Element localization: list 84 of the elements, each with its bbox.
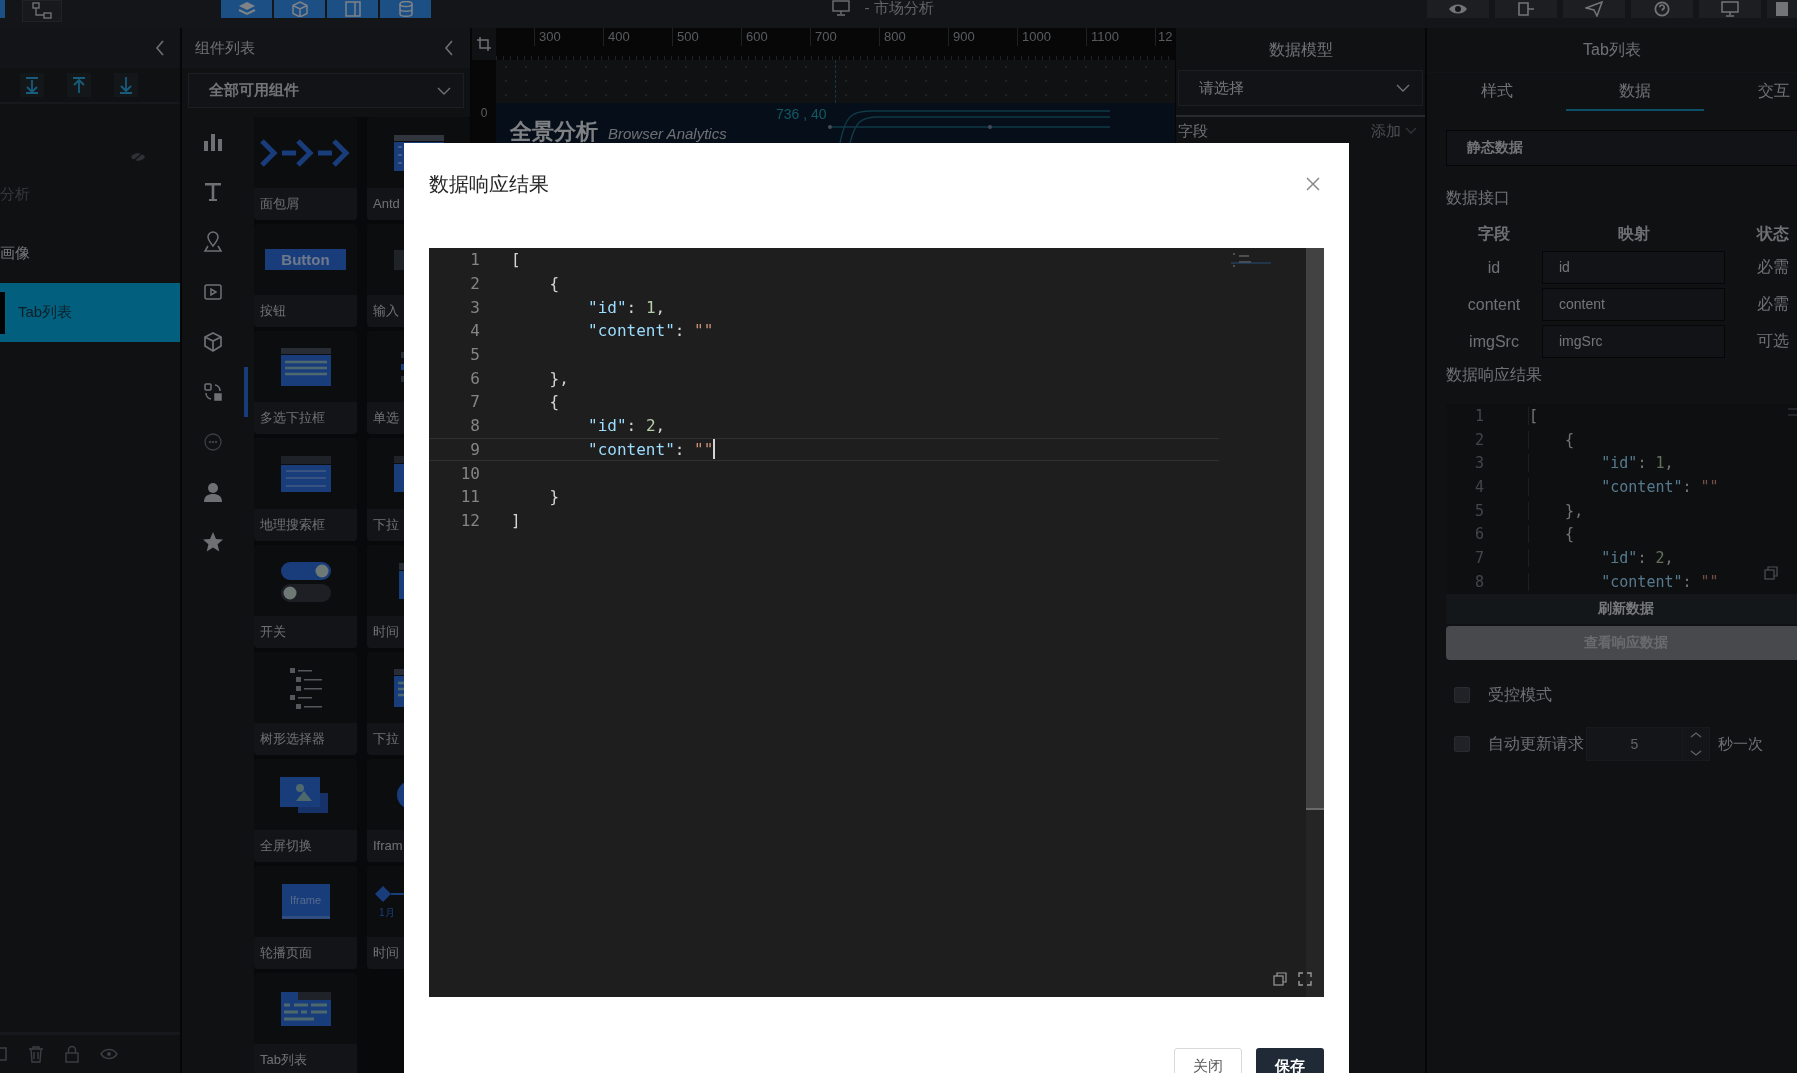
line-number: 10 (459, 463, 480, 483)
line-number: 7 (469, 392, 480, 412)
line-number: 3 (469, 297, 480, 317)
component-name: 轮播页面 (254, 937, 357, 969)
ruler-label: 400 (603, 28, 672, 46)
dashboard-title: 全景分析 (510, 118, 598, 146)
ruler-label: 900 (948, 28, 1017, 46)
panel-title: 数据模型 (1267, 40, 1334, 60)
field-status: 必需 (1756, 257, 1790, 277)
panel-title: Tab列表 (1427, 28, 1797, 73)
component-name: 树形选择器 (254, 723, 357, 755)
section-label: 数据接口 (1446, 188, 1511, 208)
panel-title: 组件列表 (195, 38, 255, 58)
checkbox-label: 自动更新请求 (1488, 733, 1584, 754)
code-line: "content": "" (1528, 572, 1719, 591)
ruler-label: 12 (1155, 28, 1173, 46)
code-line: "content": "" (587, 321, 714, 341)
field-name: id (1486, 258, 1502, 277)
component-name: 按钮 (254, 295, 357, 327)
component-name: 开关 (254, 616, 357, 648)
field-name: content (1466, 295, 1522, 314)
code-line: }, (548, 368, 569, 388)
component-name: Tab列表 (254, 1044, 357, 1073)
code-line: } (548, 487, 560, 507)
line-number: 7 (1473, 548, 1484, 567)
line-number: 1 (469, 250, 480, 270)
column-header: 字段 (1477, 224, 1511, 244)
ruler-label: 0 (480, 106, 488, 120)
field-name: imgSrc (1468, 332, 1520, 351)
line-number: 2 (1473, 430, 1484, 449)
field-status: 必需 (1756, 294, 1790, 314)
timeline-label: 1月 (378, 905, 395, 920)
code-line: "id": 1, (587, 297, 666, 317)
ruler-label: 1000 (1017, 28, 1086, 46)
ruler-label: 500 (672, 28, 741, 46)
code-line: { (1528, 430, 1575, 449)
component-name: 多选下拉框 (254, 402, 357, 434)
section-label: 数据响应结果 (1446, 365, 1543, 385)
code-line: [ (511, 250, 521, 270)
line-number: 6 (1473, 525, 1484, 544)
ruler-label: 700 (810, 28, 879, 46)
code-line: "id": 1, (1528, 454, 1674, 473)
preview-button: Button (265, 249, 346, 270)
field-status: 可选 (1756, 331, 1790, 351)
line-number: 4 (469, 321, 480, 341)
line-number: 8 (469, 416, 480, 436)
line-number: 11 (459, 487, 480, 507)
dashboard-subtitle: Browser Analytics (608, 125, 727, 142)
code-line: { (548, 392, 560, 412)
code-line: "content": "" (1528, 477, 1719, 496)
line-number: 5 (1473, 501, 1484, 520)
checkbox-label: 受控模式 (1488, 684, 1552, 705)
code-line: { (548, 274, 560, 294)
code-line: [ (1528, 406, 1539, 425)
line-number: 6 (469, 368, 480, 388)
line-number: 9 (469, 439, 480, 459)
ruler-label: 300 (534, 28, 603, 46)
layer-name: Tab列表 (18, 303, 73, 322)
ruler-label: 800 (879, 28, 948, 46)
line-number: 5 (469, 345, 480, 365)
iframe-preview: Iframe (281, 884, 330, 919)
column-header: 状态 (1755, 224, 1790, 244)
code-line: "id": 2, (587, 416, 666, 436)
field-label: 字段 (1177, 121, 1208, 141)
line-number: 1 (1473, 406, 1484, 425)
code-line: ] (511, 510, 521, 530)
code-line: "id": 2, (1528, 548, 1674, 567)
line-number: 4 (1473, 477, 1484, 496)
unit-label: 秒一次 (1718, 734, 1763, 754)
code-line: { (1528, 525, 1575, 544)
layer-name: 画像 (0, 244, 30, 263)
line-number: 8 (1473, 572, 1484, 591)
code-line: "content": "" (587, 439, 714, 459)
component-name: 地理搜索框 (254, 509, 357, 541)
component-name: 面包屑 (254, 188, 357, 220)
ruler-label: 1100 (1086, 28, 1155, 46)
line-number: 2 (469, 274, 480, 294)
component-name: 全屏切换 (254, 830, 357, 862)
coordinates-label: 736 , 40 (776, 106, 827, 122)
project-title: - 市场分析 (864, 0, 934, 16)
ruler-label: 600 (741, 28, 810, 46)
column-header: 映射 (1616, 224, 1651, 244)
line-number: 3 (1473, 454, 1484, 473)
code-line: }, (1528, 501, 1584, 520)
